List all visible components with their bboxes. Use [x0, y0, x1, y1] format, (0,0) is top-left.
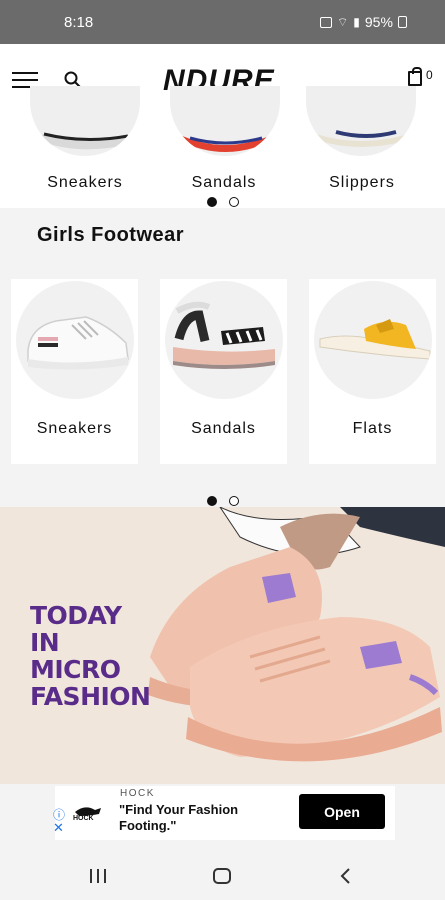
close-icon[interactable]: ✕ — [53, 820, 64, 836]
girls-card-flats[interactable]: Flats — [309, 279, 436, 464]
cart-count: 0 — [426, 68, 433, 82]
status-time: 8:18 — [64, 14, 94, 31]
ad-logo: HOCK — [71, 804, 107, 824]
carousel-dots — [207, 197, 239, 207]
ad-banner[interactable]: ⓘ ✕ HOCK HOCK "Find Your Fashion Footing… — [53, 786, 395, 840]
category-thumb-sneakers[interactable] — [30, 86, 140, 156]
ad-brand: HOCK — [120, 788, 155, 799]
ad-text: "Find Your Fashion Footing." — [119, 802, 239, 833]
battery-icon — [397, 16, 407, 28]
carousel-dot-active[interactable] — [207, 197, 217, 207]
banner-headline: TODAY IN MICRO FASHION — [30, 601, 151, 711]
status-icons: ⌔ ▮ 95% — [320, 14, 407, 30]
flats-image — [314, 281, 432, 399]
carousel-dot[interactable] — [229, 496, 239, 506]
category-carousel: Sneakers Sandals Slippers — [0, 86, 445, 208]
status-bar: 8:18 ⌔ ▮ 95% — [0, 0, 445, 44]
category-label-sandals[interactable]: Sandals — [164, 174, 284, 192]
girls-card-sandals[interactable]: Sandals — [160, 279, 287, 464]
carousel-dots-girls — [207, 496, 239, 506]
category-thumb-sandals[interactable] — [170, 86, 280, 156]
carousel-dot[interactable] — [229, 197, 239, 207]
section-title: Girls Footwear — [37, 224, 185, 246]
open-button[interactable]: Open — [299, 794, 385, 829]
card-label: Flats — [352, 420, 393, 437]
carousel-dot-active[interactable] — [207, 496, 217, 506]
card-label: Sneakers — [36, 420, 113, 437]
recent-apps-icon[interactable] — [88, 868, 108, 884]
sneaker-image — [16, 281, 134, 399]
signal-icon: ▮ — [353, 15, 360, 29]
alarm-icon — [320, 16, 332, 28]
girls-card-sneakers[interactable]: Sneakers — [11, 279, 138, 464]
card-label: Sandals — [191, 420, 256, 437]
category-label-slippers[interactable]: Slippers — [302, 174, 422, 192]
ad-logo-text: HOCK — [73, 815, 94, 822]
promo-banner[interactable]: TODAY IN MICRO FASHION — [0, 507, 445, 784]
wifi-icon: ⌔ — [337, 14, 349, 29]
shopping-bag-icon[interactable] — [408, 67, 422, 86]
back-icon[interactable] — [338, 867, 352, 885]
home-icon[interactable] — [212, 867, 232, 885]
category-label-sneakers[interactable]: Sneakers — [25, 174, 145, 192]
system-nav-bar — [0, 850, 445, 900]
battery-percent: 95% — [364, 14, 393, 30]
sandal-image — [165, 281, 283, 399]
category-thumb-slippers[interactable] — [306, 86, 416, 156]
